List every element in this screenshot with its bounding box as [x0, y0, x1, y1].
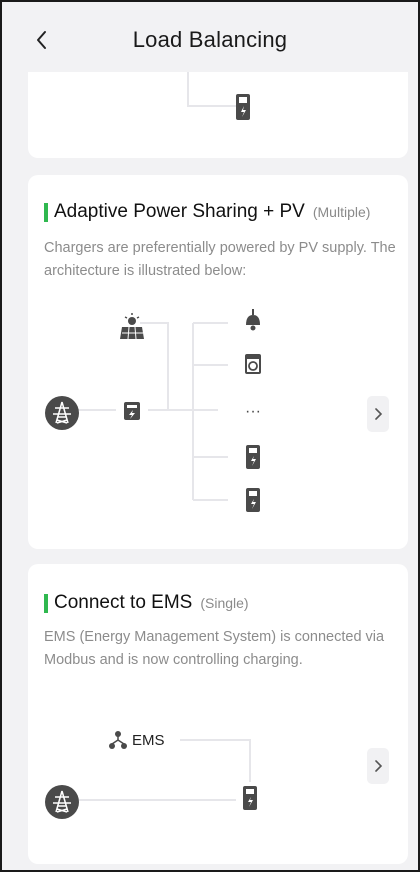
partial-diagram — [187, 72, 250, 120]
card-chevron-button[interactable] — [367, 396, 389, 432]
power-tower-icon — [45, 785, 79, 819]
solar-panel-icon — [120, 313, 144, 340]
inverter-icon — [124, 402, 140, 420]
app-screen: Load Balancing Adaptive Power Sharing + … — [0, 0, 420, 872]
charger-icon — [246, 488, 260, 512]
charger-icon — [236, 94, 250, 120]
charger-icon — [246, 445, 260, 469]
ems-diagram — [45, 731, 257, 819]
chevron-right-icon — [375, 408, 383, 420]
power-tower-icon — [45, 396, 79, 430]
back-arrow-icon[interactable] — [30, 28, 54, 52]
card-chevron-button[interactable] — [367, 748, 389, 784]
nav-header: Load Balancing — [2, 2, 418, 78]
washing-machine-icon — [245, 354, 261, 374]
network-icon — [109, 731, 127, 749]
chevron-right-icon — [375, 760, 383, 772]
lamp-icon — [246, 309, 260, 331]
ems-label: EMS — [132, 732, 165, 749]
adaptive-power-sharing-card[interactable]: Adaptive Power Sharing + PV (Multiple) C… — [28, 175, 408, 549]
charger-icon — [243, 786, 257, 810]
mode-card-partial[interactable] — [28, 72, 408, 158]
page-title: Load Balancing — [132, 27, 288, 52]
more-devices-label: ··· — [245, 403, 261, 420]
connect-to-ems-card[interactable]: Connect to EMS (Single) EMS (Energy Mana… — [28, 564, 408, 864]
architecture-diagram: ··· — [45, 309, 261, 512]
